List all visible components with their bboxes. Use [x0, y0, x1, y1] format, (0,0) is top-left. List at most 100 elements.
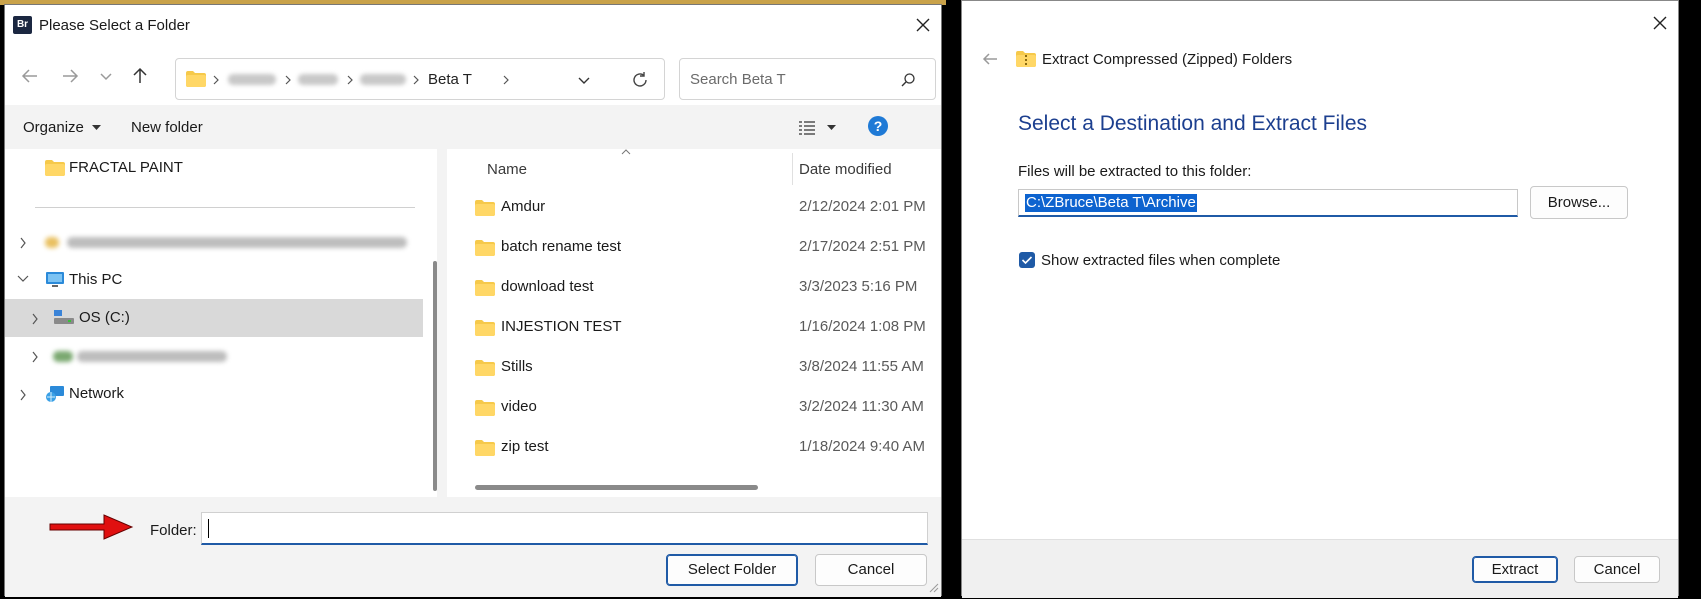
navigation-pane: FRACTAL PAINT This PC OS (C:) Network	[5, 149, 437, 497]
tree-item-this-pc[interactable]: This PC	[5, 261, 423, 299]
chevron-down-icon	[92, 125, 102, 131]
browse-button[interactable]: Browse...	[1530, 186, 1628, 219]
blurred-breadcrumb[interactable]	[228, 74, 276, 85]
tree-separator	[35, 207, 415, 208]
tree-item-blurred-drive[interactable]	[5, 337, 423, 375]
breadcrumb-separator-icon	[503, 75, 509, 85]
folder-icon	[475, 400, 495, 416]
file-date: 1/18/2024 9:40 AM	[799, 438, 925, 455]
file-date: 3/8/2024 11:55 AM	[799, 358, 924, 375]
wizard-heading: Select a Destination and Extract Files	[1018, 112, 1368, 135]
view-options-icon[interactable]	[799, 121, 817, 135]
extract-button[interactable]: Extract	[1472, 556, 1558, 583]
cancel-button[interactable]: Cancel	[1574, 556, 1660, 583]
file-list-scrollbar[interactable]	[475, 485, 758, 490]
file-row[interactable]: download test 3/3/2023 5:16 PM	[447, 267, 941, 307]
refresh-icon[interactable]	[630, 70, 650, 90]
column-header-name[interactable]: Name	[487, 161, 527, 178]
checkmark-icon	[1021, 256, 1033, 265]
network-icon	[46, 386, 64, 402]
file-row[interactable]: zip test 1/18/2024 9:40 AM	[447, 427, 941, 467]
file-name: batch rename test	[501, 238, 622, 255]
file-row[interactable]: Stills 3/8/2024 11:55 AM	[447, 347, 941, 387]
cancel-button[interactable]: Cancel	[815, 554, 927, 586]
chevron-down-icon[interactable]	[17, 275, 29, 283]
pc-icon	[46, 272, 64, 287]
close-icon[interactable]	[1648, 11, 1672, 35]
blurred-label	[67, 237, 407, 248]
up-arrow-icon[interactable]	[127, 63, 153, 89]
breadcrumb-separator-icon	[347, 75, 353, 85]
chevron-right-icon[interactable]	[31, 351, 39, 363]
tree-item-label: FRACTAL PAINT	[69, 159, 183, 176]
breadcrumb-separator-icon	[413, 75, 419, 85]
file-date: 2/12/2024 2:01 PM	[799, 198, 926, 215]
folder-field[interactable]	[201, 512, 928, 545]
file-date: 2/17/2024 2:51 PM	[799, 238, 926, 255]
title-bar: Br Please Select a Folder	[5, 5, 941, 45]
folder-icon	[475, 280, 495, 296]
chevron-right-icon[interactable]	[31, 313, 39, 325]
chevron-right-icon[interactable]	[19, 237, 27, 249]
folder-icon	[475, 320, 495, 336]
resize-grip-icon[interactable]	[927, 581, 939, 593]
search-placeholder: Search Beta T	[690, 71, 786, 88]
help-icon[interactable]: ?	[867, 115, 889, 137]
breadcrumb-separator-icon	[285, 75, 291, 85]
file-row[interactable]: Amdur 2/12/2024 2:01 PM	[447, 187, 941, 227]
file-name: Amdur	[501, 198, 546, 215]
forward-arrow-icon[interactable]	[57, 63, 83, 89]
blurred-icon	[53, 351, 73, 362]
back-arrow-icon[interactable]	[980, 49, 1000, 69]
file-name: Stills	[501, 358, 533, 375]
file-row[interactable]: batch rename test 2/17/2024 2:51 PM	[447, 227, 941, 267]
file-row[interactable]: INJESTION TEST 1/16/2024 1:08 PM	[447, 307, 941, 347]
show-files-checkbox[interactable]	[1019, 252, 1035, 268]
folder-field-label: Folder:	[150, 522, 197, 539]
column-divider[interactable]	[792, 153, 793, 185]
organize-label: Organize	[23, 119, 84, 136]
tree-item-label: This PC	[69, 271, 123, 288]
breadcrumb-separator-icon	[213, 75, 219, 85]
column-header-date-modified[interactable]: Date modified	[799, 161, 892, 178]
select-folder-button[interactable]: Select Folder	[666, 554, 798, 586]
address-bar[interactable]: Beta T	[175, 58, 665, 100]
recent-locations-chevron-icon[interactable]	[93, 63, 119, 89]
dialog-title: Please Select a Folder	[39, 17, 190, 34]
search-input[interactable]: Search Beta T	[679, 58, 936, 100]
view-chevron-icon[interactable]	[827, 125, 836, 131]
blurred-breadcrumb[interactable]	[298, 74, 338, 85]
file-list: Name Date modified Amdur 2/12/2024 2:01 …	[447, 149, 941, 497]
new-folder-button[interactable]: New folder	[131, 119, 203, 136]
show-files-label[interactable]: Show extracted files when complete	[1041, 252, 1280, 269]
file-name: INJESTION TEST	[501, 318, 622, 335]
blurred-breadcrumb[interactable]	[360, 74, 406, 85]
file-name: download test	[501, 278, 594, 295]
file-date: 3/3/2023 5:16 PM	[799, 278, 918, 295]
folder-icon	[475, 240, 495, 256]
nav-pane-scrollbar[interactable]	[433, 261, 437, 491]
dialog-footer: Folder: Select Folder Cancel	[5, 497, 941, 597]
search-icon[interactable]	[900, 72, 916, 88]
file-date: 1/16/2024 1:08 PM	[799, 318, 926, 335]
organize-menu-button[interactable]: Organize	[23, 119, 102, 136]
zip-folder-icon	[1016, 51, 1036, 67]
breadcrumb-current[interactable]: Beta T	[428, 71, 472, 88]
file-row[interactable]: video 3/2/2024 11:30 AM	[447, 387, 941, 427]
close-icon[interactable]	[909, 11, 937, 39]
destination-path-value: C:\ZBruce\Beta T\Archive	[1025, 194, 1197, 212]
destination-path-input[interactable]: C:\ZBruce\Beta T\Archive	[1018, 189, 1518, 217]
file-name: zip test	[501, 438, 549, 455]
file-date: 3/2/2024 11:30 AM	[799, 398, 924, 415]
tree-item-network[interactable]: Network	[5, 375, 423, 413]
navigation-bar: Beta T Search Beta T	[5, 45, 941, 105]
tree-item-fractal-paint[interactable]: FRACTAL PAINT	[5, 149, 423, 187]
tree-item-os-c[interactable]: OS (C:)	[5, 299, 423, 337]
back-arrow-icon[interactable]	[17, 63, 43, 89]
chevron-right-icon[interactable]	[19, 389, 27, 401]
tree-item-blurred-cloud[interactable]	[5, 223, 423, 261]
blurred-icon	[45, 237, 59, 248]
text-caret	[208, 519, 209, 538]
wizard-footer: Extract Cancel	[962, 539, 1678, 598]
address-history-chevron-icon[interactable]	[576, 72, 592, 88]
